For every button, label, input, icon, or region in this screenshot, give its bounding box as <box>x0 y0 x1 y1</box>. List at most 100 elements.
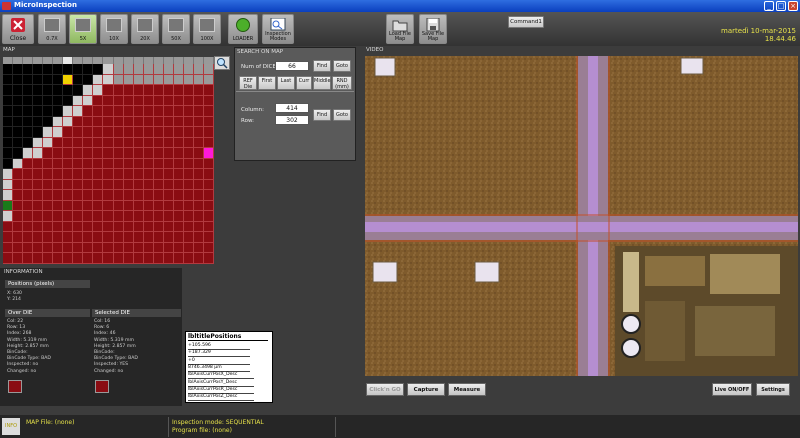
map-die-cell[interactable] <box>203 200 214 212</box>
map-die-cell[interactable] <box>13 85 24 96</box>
map-die-cell[interactable] <box>73 85 84 96</box>
map-die-cell[interactable] <box>53 85 64 96</box>
map-die-cell[interactable] <box>193 148 204 159</box>
map-die-cell[interactable] <box>83 169 94 180</box>
info-button[interactable]: INFO <box>2 418 20 435</box>
map-die-cell[interactable] <box>83 242 94 254</box>
map-die-cell[interactable] <box>153 242 164 254</box>
map-die-cell[interactable] <box>203 232 214 243</box>
map-die-cell[interactable] <box>63 85 74 96</box>
map-die-cell[interactable] <box>103 179 114 191</box>
map-die-cell[interactable] <box>93 200 104 212</box>
map-die-cell[interactable] <box>3 158 14 170</box>
map-die-cell[interactable] <box>103 242 114 254</box>
map-die-cell[interactable] <box>193 190 204 201</box>
map-die-cell[interactable] <box>43 190 54 201</box>
map-die-cell[interactable] <box>203 137 214 149</box>
map-die-cell[interactable] <box>73 211 84 222</box>
map-die-cell[interactable] <box>173 211 184 222</box>
map-die-cell[interactable] <box>143 85 154 96</box>
map-die-cell[interactable] <box>193 253 204 264</box>
map-die-cell[interactable] <box>83 116 94 128</box>
map-die-cell[interactable] <box>153 158 164 170</box>
map-die-cell[interactable] <box>193 116 204 128</box>
map-die-cell[interactable] <box>173 221 184 233</box>
map-die-cell[interactable] <box>183 95 194 107</box>
map-die-cell[interactable] <box>63 211 74 222</box>
close-button[interactable]: Close <box>2 14 34 44</box>
map-die-cell[interactable] <box>73 74 84 86</box>
map-die-cell[interactable] <box>193 232 204 243</box>
map-die-cell[interactable] <box>53 221 64 233</box>
map-die-cell[interactable] <box>183 148 194 159</box>
map-die-cell[interactable] <box>13 106 24 117</box>
lens-50x-button[interactable]: 50X <box>162 14 190 44</box>
nav-middle-button[interactable]: Middle <box>313 76 331 90</box>
map-die-cell[interactable] <box>3 211 14 222</box>
map-die-cell[interactable] <box>123 74 134 86</box>
live-toggle-button[interactable]: Live ON/OFF <box>712 383 752 396</box>
map-die-cell[interactable] <box>113 190 124 201</box>
map-die-cell[interactable] <box>123 148 134 159</box>
map-die-cell[interactable] <box>103 137 114 149</box>
map-die-cell[interactable] <box>73 64 84 75</box>
map-die-cell[interactable] <box>13 137 24 149</box>
map-die-cell[interactable] <box>53 169 64 180</box>
map-die-cell[interactable] <box>13 64 24 75</box>
map-die-cell[interactable] <box>33 253 44 264</box>
map-die-cell[interactable] <box>143 158 154 170</box>
map-die-cell[interactable] <box>83 74 94 86</box>
map-die-cell[interactable] <box>203 85 214 96</box>
map-die-cell[interactable] <box>63 106 74 117</box>
map-die-cell[interactable] <box>63 137 74 149</box>
map-die-cell[interactable] <box>33 127 44 138</box>
map-die-cell[interactable] <box>3 148 14 159</box>
map-die-cell[interactable] <box>133 127 144 138</box>
map-die-cell[interactable] <box>123 158 134 170</box>
map-die-cell[interactable] <box>83 211 94 222</box>
map-die-cell[interactable] <box>163 242 174 254</box>
map-die-cell[interactable] <box>33 211 44 222</box>
map-die-cell[interactable] <box>33 64 44 75</box>
map-die-cell[interactable] <box>23 106 34 117</box>
map-die-cell[interactable] <box>193 158 204 170</box>
column-input[interactable]: 414 <box>275 103 309 113</box>
map-die-cell[interactable] <box>43 106 54 117</box>
map-die-cell[interactable] <box>153 211 164 222</box>
map-die-cell[interactable] <box>193 85 204 96</box>
measure-button[interactable]: Measure <box>448 383 486 396</box>
map-die-cell[interactable] <box>173 200 184 212</box>
map-die-cell[interactable] <box>53 211 64 222</box>
map-die-cell[interactable] <box>153 169 164 180</box>
map-die-cell[interactable] <box>203 253 214 264</box>
num-dice-input[interactable]: 66 <box>275 61 309 71</box>
map-die-cell[interactable] <box>3 127 14 138</box>
map-die-cell[interactable] <box>33 190 44 201</box>
map-die-cell[interactable] <box>13 127 24 138</box>
map-die-cell[interactable] <box>43 211 54 222</box>
map-die-cell[interactable] <box>3 200 14 212</box>
map-die-cell[interactable] <box>23 179 34 191</box>
map-die-cell[interactable] <box>93 64 104 75</box>
map-die-cell[interactable] <box>73 158 84 170</box>
map-die-cell[interactable] <box>43 127 54 138</box>
map-die-cell[interactable] <box>53 232 64 243</box>
map-die-cell[interactable] <box>93 74 104 86</box>
map-die-cell[interactable] <box>203 169 214 180</box>
map-die-cell[interactable] <box>63 253 74 264</box>
map-die-cell[interactable] <box>193 169 204 180</box>
map-die-cell[interactable] <box>183 242 194 254</box>
lens-0_7x-button[interactable]: 0.7X <box>38 14 66 44</box>
map-die-cell[interactable] <box>133 148 144 159</box>
map-die-cell[interactable] <box>43 74 54 86</box>
map-die-cell[interactable] <box>63 179 74 191</box>
map-die-cell[interactable] <box>83 190 94 201</box>
map-die-cell[interactable] <box>183 106 194 117</box>
inspection-modes-button[interactable]: Inspection Modes <box>262 14 294 44</box>
map-die-cell[interactable] <box>153 200 164 212</box>
map-die-cell[interactable] <box>113 242 124 254</box>
map-die-cell[interactable] <box>93 127 104 138</box>
map-die-cell[interactable] <box>163 190 174 201</box>
map-die-cell[interactable] <box>183 232 194 243</box>
map-die-cell[interactable] <box>133 221 144 233</box>
